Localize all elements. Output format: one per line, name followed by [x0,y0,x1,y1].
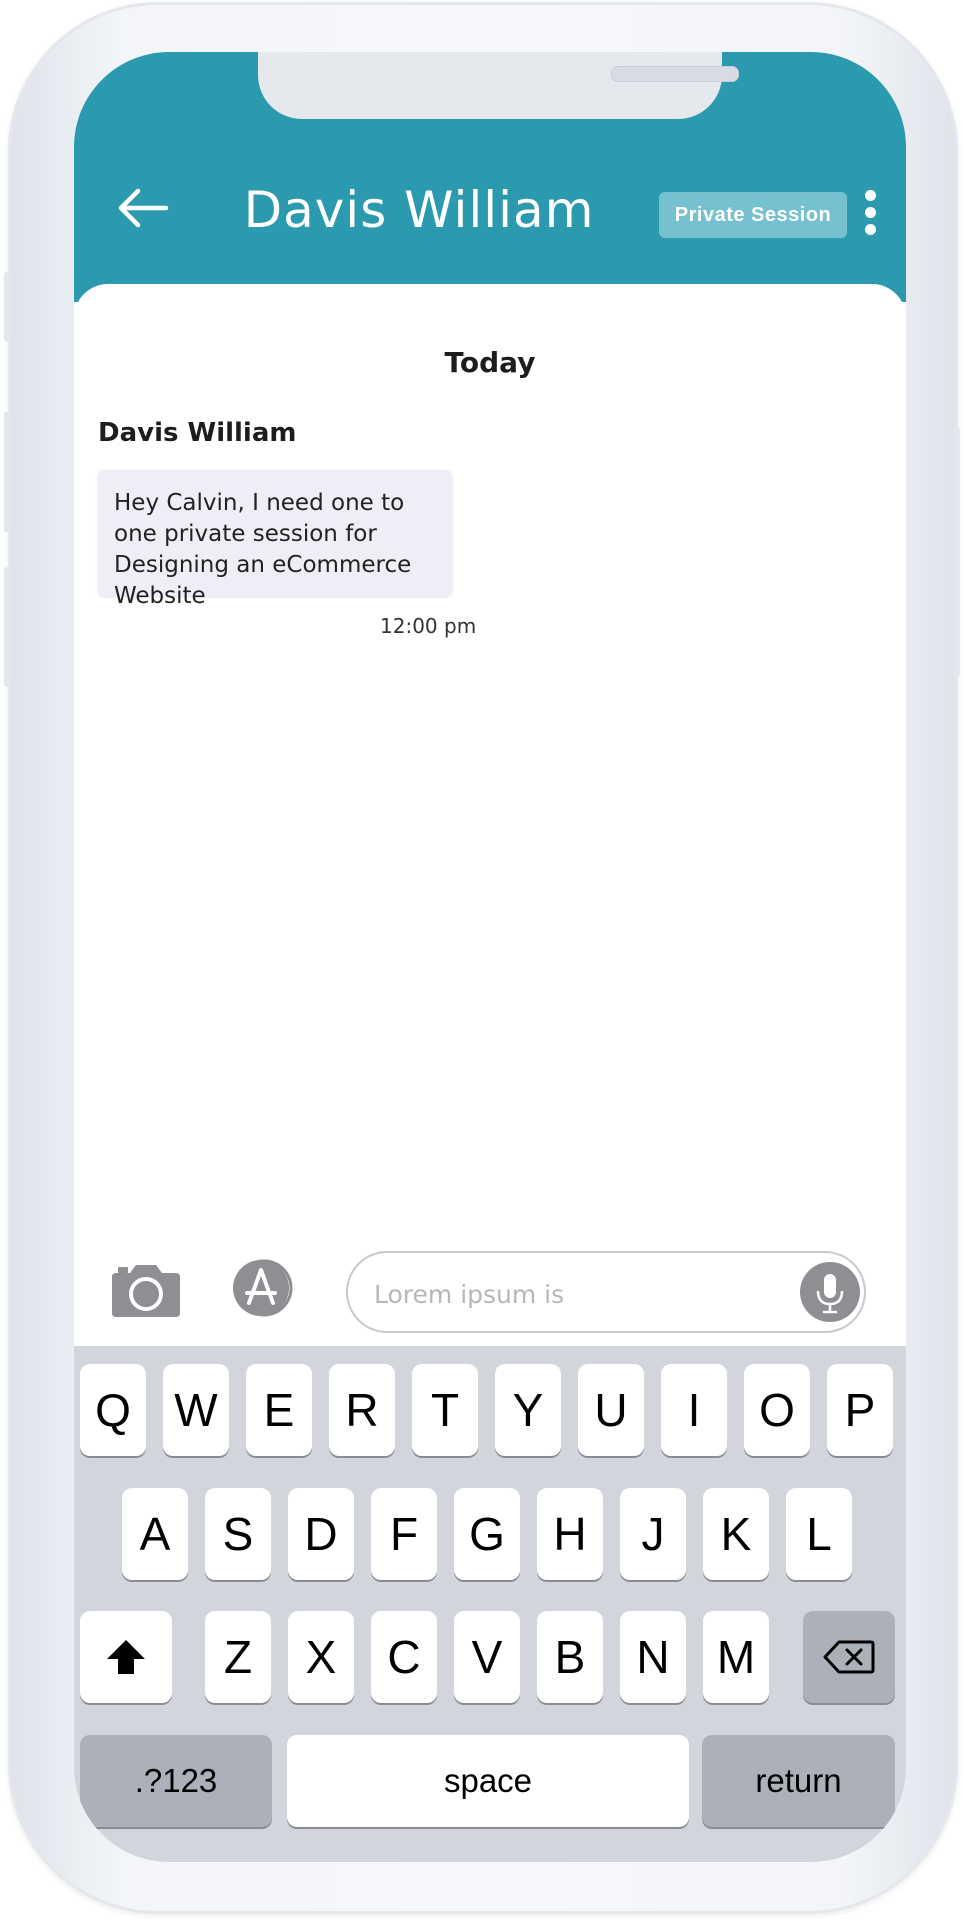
key-x[interactable]: X [288,1611,354,1703]
date-separator: Today [444,346,536,379]
chat-title: Davis William [243,181,595,239]
screen: Davis William Private Session Today Davi… [74,52,906,1862]
shift-key[interactable] [80,1611,172,1703]
key-i[interactable]: I [661,1364,727,1456]
private-session-button[interactable]: Private Session [659,192,847,238]
return-key[interactable]: return [702,1735,895,1827]
space-key[interactable]: space [287,1735,689,1827]
chat-header: Davis William Private Session [74,52,906,302]
key-y[interactable]: Y [495,1364,561,1456]
phone-frame: Davis William Private Session Today Davi… [4,2,960,1914]
camera-button[interactable] [110,1261,182,1319]
camera-icon [112,1265,180,1317]
message-composer [74,1247,906,1347]
numbers-key[interactable]: .?123 [80,1735,272,1827]
backspace-key[interactable] [803,1611,895,1703]
key-a[interactable]: A [122,1488,188,1580]
chat-messages: Today Davis William Hey Calvin, I need o… [74,284,906,1394]
message-input[interactable] [372,1271,776,1317]
key-z[interactable]: Z [205,1611,271,1703]
key-e[interactable]: E [246,1364,312,1456]
back-arrow-icon [118,188,169,228]
message-bubble[interactable]: Hey Calvin, I need one to one private se… [98,470,452,609]
key-t[interactable]: T [412,1364,478,1456]
phone-volume-down [4,567,10,687]
key-q[interactable]: Q [80,1364,146,1456]
microphone-button[interactable] [800,1262,860,1322]
key-m[interactable]: M [703,1611,769,1703]
key-j[interactable]: J [620,1488,686,1580]
key-k[interactable]: K [703,1488,769,1580]
speaker-grille [611,66,739,82]
keyboard: Q W E R T Y U I O P A S D F G H J K L Z … [74,1346,906,1862]
key-o[interactable]: O [744,1364,810,1456]
message-field [346,1251,866,1333]
key-b[interactable]: B [537,1611,603,1703]
key-d[interactable]: D [288,1488,354,1580]
key-g[interactable]: G [454,1488,520,1580]
notch [258,52,739,119]
phone-silent-switch [4,272,10,342]
key-w[interactable]: W [163,1364,229,1456]
message-time: 12:00 pm [380,614,477,638]
phone-volume-up [4,412,10,532]
app-store-icon [233,1259,293,1317]
shift-icon [107,1640,145,1674]
back-button[interactable] [116,186,170,230]
key-l[interactable]: L [786,1488,852,1580]
backspace-icon [823,1640,875,1674]
key-c[interactable]: C [371,1611,437,1703]
key-v[interactable]: V [454,1611,520,1703]
key-h[interactable]: H [537,1488,603,1580]
microphone-icon [816,1274,844,1314]
more-options-button[interactable] [860,190,880,240]
key-f[interactable]: F [371,1488,437,1580]
key-s[interactable]: S [205,1488,271,1580]
phone-power-button [954,427,960,677]
key-u[interactable]: U [578,1364,644,1456]
key-n[interactable]: N [620,1611,686,1703]
more-vertical-icon [864,190,876,201]
message-sender: Davis William [98,418,297,448]
key-p[interactable]: P [827,1364,893,1456]
app-store-button[interactable] [228,1257,308,1319]
key-r[interactable]: R [329,1364,395,1456]
